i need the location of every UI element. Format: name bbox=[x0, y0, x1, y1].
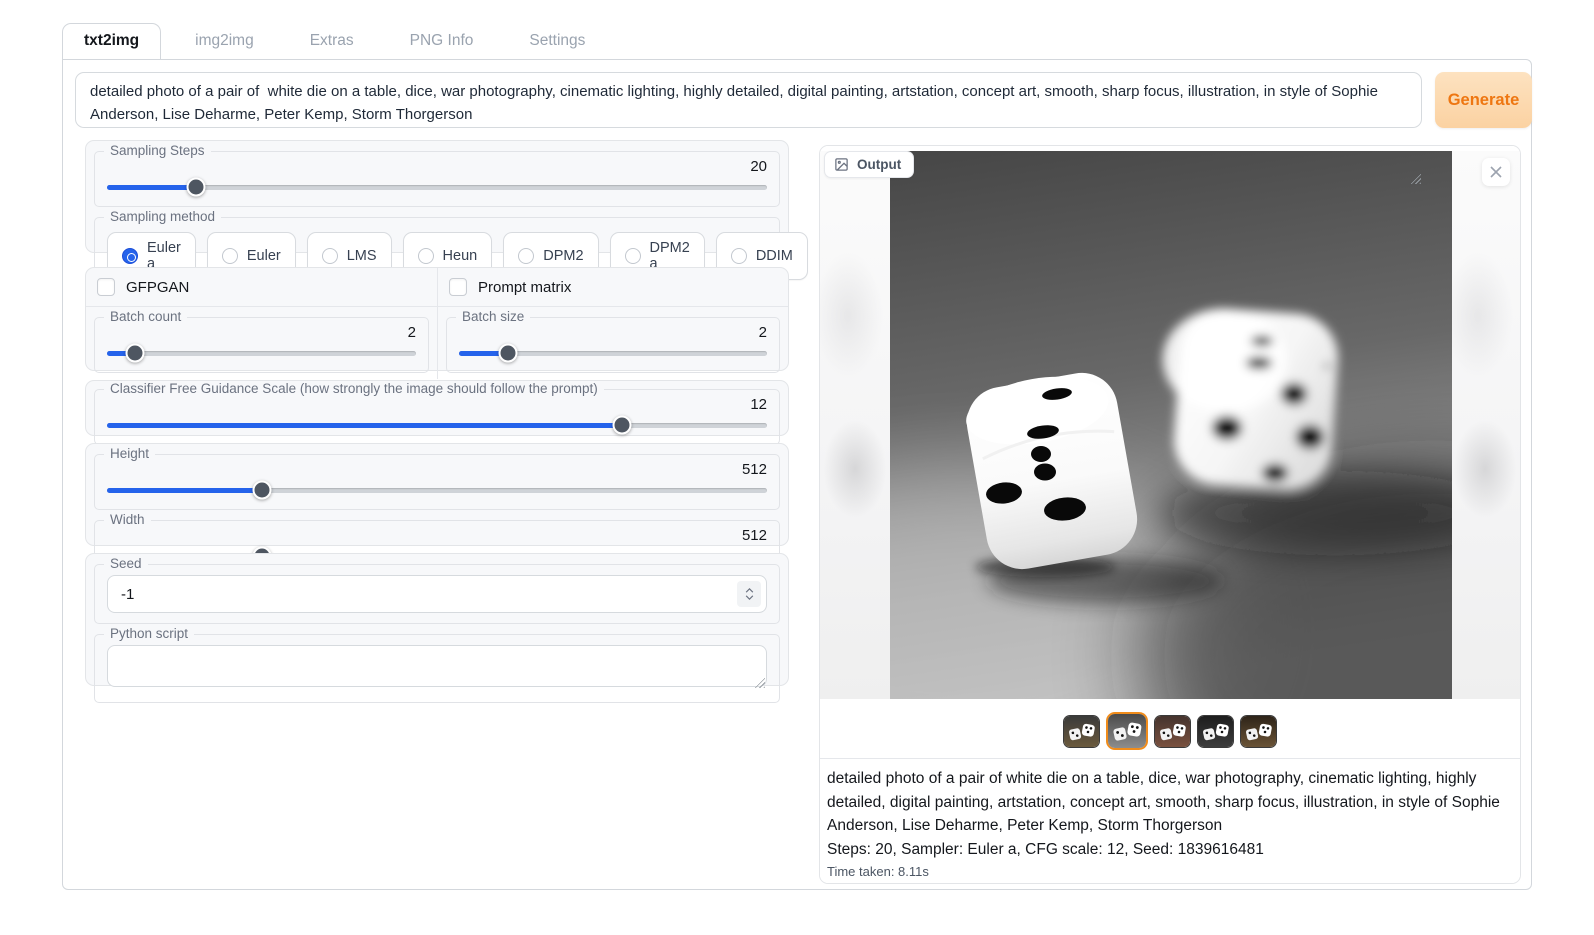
slider-thumb[interactable] bbox=[253, 481, 272, 500]
txt2img-panel: detailed photo of a pair of white die on… bbox=[62, 59, 1532, 890]
gfpgan-row: GFPGAN bbox=[86, 268, 437, 307]
tab-bar: txt2img img2img Extras PNG Info Settings bbox=[62, 23, 607, 59]
batch-count-group: Batch count 2 bbox=[94, 317, 429, 373]
sampling-method-label: Sampling method bbox=[104, 209, 221, 224]
batch-size-label: Batch size bbox=[456, 309, 530, 324]
close-gallery-button[interactable] bbox=[1482, 158, 1510, 186]
tab-png-info[interactable]: PNG Info bbox=[388, 23, 496, 59]
prompt-matrix-column: Prompt matrix Batch size 2 bbox=[437, 268, 788, 379]
thumbnail-2[interactable] bbox=[1106, 712, 1148, 750]
prompt-input[interactable]: detailed photo of a pair of white die on… bbox=[75, 72, 1422, 128]
radio-circle-icon bbox=[122, 248, 138, 264]
thumbnail-5[interactable] bbox=[1240, 715, 1277, 748]
prompt-matrix-checkbox[interactable] bbox=[449, 278, 467, 296]
batch-size-value: 2 bbox=[459, 324, 767, 342]
seed-group: Seed bbox=[94, 564, 780, 624]
slider-fill bbox=[107, 185, 196, 190]
batch-size-slider[interactable] bbox=[459, 344, 767, 362]
output-gallery: Output bbox=[820, 146, 1520, 758]
seed-label: Seed bbox=[104, 556, 148, 571]
radio-option-label: DDIM bbox=[756, 248, 793, 264]
generated-image[interactable] bbox=[890, 151, 1452, 699]
sampling-steps-value: 20 bbox=[107, 158, 767, 176]
radio-circle-icon bbox=[518, 248, 534, 264]
thumbnail-1[interactable] bbox=[1063, 715, 1100, 748]
output-panel: Output detailed photo of a pair of white… bbox=[819, 145, 1521, 884]
gallery-blur-right bbox=[1450, 151, 1520, 699]
python-script-group: Python script bbox=[94, 634, 780, 703]
tab-txt2img[interactable]: txt2img bbox=[62, 23, 161, 59]
height-value: 512 bbox=[107, 461, 767, 479]
radio-circle-icon bbox=[222, 248, 238, 264]
app-page: txt2img img2img Extras PNG Info Settings… bbox=[0, 0, 1594, 935]
output-label: Output bbox=[857, 157, 901, 172]
cfg-group: Classifier Free Guidance Scale (how stro… bbox=[85, 380, 789, 436]
cfg-scale-group: Classifier Free Guidance Scale (how stro… bbox=[94, 389, 780, 445]
tab-extras[interactable]: Extras bbox=[288, 23, 376, 59]
thumbnail-strip bbox=[820, 712, 1520, 750]
prompt-matrix-row: Prompt matrix bbox=[438, 268, 788, 307]
sampling-steps-label: Sampling Steps bbox=[104, 143, 211, 158]
tab-img2img[interactable]: img2img bbox=[173, 23, 276, 59]
cfg-scale-value: 12 bbox=[107, 396, 767, 414]
python-script-label: Python script bbox=[104, 626, 194, 641]
slider-thumb[interactable] bbox=[125, 344, 144, 363]
python-script-input[interactable] bbox=[107, 645, 767, 687]
cfg-scale-slider[interactable] bbox=[107, 416, 767, 434]
batch-size-group: Batch size 2 bbox=[446, 317, 780, 373]
height-slider[interactable] bbox=[107, 481, 767, 499]
seed-input[interactable] bbox=[107, 575, 767, 613]
thumbnail-3[interactable] bbox=[1154, 715, 1191, 748]
generation-info: detailed photo of a pair of white die on… bbox=[820, 758, 1520, 884]
sampling-group: Sampling Steps 20 Sampling method Euler … bbox=[85, 140, 789, 253]
slider-track[interactable] bbox=[107, 351, 416, 356]
output-label-chip: Output bbox=[824, 151, 914, 178]
gfpgan-label: GFPGAN bbox=[126, 279, 189, 296]
chevron-up-icon bbox=[745, 588, 754, 593]
dimensions-group: Height 512 Width 512 bbox=[85, 443, 789, 546]
prompt-matrix-label: Prompt matrix bbox=[478, 279, 571, 296]
chevron-down-icon bbox=[745, 595, 754, 600]
radio-circle-icon bbox=[322, 248, 338, 264]
slider-track[interactable] bbox=[107, 185, 767, 190]
cfg-scale-label: Classifier Free Guidance Scale (how stro… bbox=[104, 381, 604, 396]
width-label: Width bbox=[104, 512, 151, 527]
seed-stepper[interactable] bbox=[737, 581, 761, 607]
slider-fill bbox=[107, 488, 262, 493]
caption-time-taken: Time taken: 8.11s bbox=[827, 864, 1513, 879]
tab-settings[interactable]: Settings bbox=[507, 23, 607, 59]
radio-circle-icon bbox=[731, 248, 747, 264]
height-label: Height bbox=[104, 446, 155, 461]
radio-option-label: Euler bbox=[247, 248, 281, 264]
sampling-steps-group: Sampling Steps 20 bbox=[94, 151, 780, 207]
slider-fill bbox=[107, 423, 622, 428]
seed-script-group: Seed Python script bbox=[85, 553, 789, 686]
radio-circle-icon bbox=[418, 248, 434, 264]
height-group: Height 512 bbox=[94, 454, 780, 510]
close-icon bbox=[1490, 166, 1502, 178]
radio-circle-icon bbox=[625, 248, 641, 264]
gallery-blur-left bbox=[820, 151, 890, 699]
generate-button[interactable]: Generate bbox=[1435, 72, 1532, 128]
caption-params: Steps: 20, Sampler: Euler a, CFG scale: … bbox=[827, 838, 1513, 862]
radio-option-label: Heun bbox=[443, 248, 478, 264]
sampling-steps-slider[interactable] bbox=[107, 178, 767, 196]
batch-count-value: 2 bbox=[107, 324, 416, 342]
width-value: 512 bbox=[107, 527, 767, 545]
image-icon bbox=[834, 157, 849, 172]
caption-prompt: detailed photo of a pair of white die on… bbox=[827, 767, 1513, 838]
batch-count-slider[interactable] bbox=[107, 344, 416, 362]
slider-thumb[interactable] bbox=[499, 344, 518, 363]
radio-option-label: LMS bbox=[347, 248, 377, 264]
slider-thumb[interactable] bbox=[612, 416, 631, 435]
gfpgan-column: GFPGAN Batch count 2 bbox=[86, 268, 437, 379]
batch-count-label: Batch count bbox=[104, 309, 187, 324]
gfpgan-checkbox[interactable] bbox=[97, 278, 115, 296]
thumbnail-4[interactable] bbox=[1197, 715, 1234, 748]
slider-thumb[interactable] bbox=[187, 178, 206, 197]
batch-options-group: GFPGAN Batch count 2 Prompt matrix bbox=[85, 267, 789, 371]
radio-option-label: DPM2 bbox=[543, 248, 583, 264]
